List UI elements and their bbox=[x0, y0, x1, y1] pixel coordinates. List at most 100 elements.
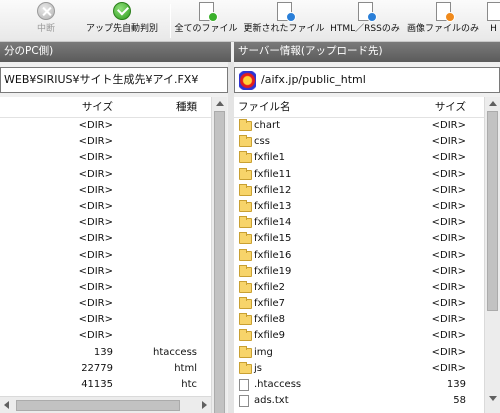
column-header-type[interactable]: 種類 bbox=[176, 97, 197, 118]
cell-size: <DIR> bbox=[431, 120, 466, 131]
table-row[interactable]: <DIR> bbox=[0, 264, 211, 280]
cell-filename: fxfile13 bbox=[254, 200, 292, 212]
table-row[interactable]: fxfile13 <DIR> bbox=[234, 199, 484, 215]
table-row[interactable]: fxfile2 <DIR> bbox=[234, 280, 484, 296]
cell-size: <DIR> bbox=[78, 136, 113, 148]
cell-filename: fxfile15 bbox=[254, 233, 292, 245]
table-row[interactable]: css <DIR> bbox=[234, 134, 484, 150]
auto-detect-destination-button[interactable]: アップ先自動判別 bbox=[80, 2, 164, 40]
scroll-left-arrow-icon[interactable] bbox=[4, 401, 9, 409]
local-path-field[interactable]: WEB¥SIRIUS¥サイト生成先¥アイ.FX¥ bbox=[0, 67, 228, 93]
table-row[interactable]: fxfile9 <DIR> bbox=[234, 328, 484, 344]
table-row[interactable]: img <DIR> bbox=[234, 345, 484, 361]
cell-filename: chart bbox=[254, 120, 280, 131]
server-column-header: ファイル名 サイズ bbox=[234, 97, 484, 118]
table-row[interactable]: 139 htaccess bbox=[0, 345, 211, 361]
server-vertical-scrollbar[interactable] bbox=[484, 97, 500, 413]
column-header-filename[interactable]: ファイル名 bbox=[238, 97, 291, 118]
cell-size: <DIR> bbox=[78, 330, 113, 342]
scroll-thumb[interactable] bbox=[16, 400, 180, 411]
scroll-right-arrow-icon[interactable] bbox=[202, 401, 207, 409]
cell-size: <DIR> bbox=[431, 200, 466, 212]
cell-size: <DIR> bbox=[78, 249, 113, 261]
cell-filename: fxfile7 bbox=[254, 298, 286, 310]
cell-size: <DIR> bbox=[431, 330, 466, 342]
local-vertical-scrollbar[interactable] bbox=[211, 97, 227, 413]
table-row[interactable]: fxfile14 <DIR> bbox=[234, 215, 484, 231]
table-row[interactable]: <DIR> bbox=[0, 296, 211, 312]
scroll-thumb[interactable] bbox=[487, 111, 498, 311]
cell-filename: fxfile11 bbox=[254, 168, 292, 180]
table-row[interactable]: <DIR> bbox=[0, 215, 211, 231]
cell-size: <DIR> bbox=[78, 281, 113, 293]
table-row[interactable]: <DIR> bbox=[0, 231, 211, 247]
table-row[interactable]: <DIR> bbox=[0, 312, 211, 328]
folder-icon bbox=[239, 264, 252, 277]
column-header-size[interactable]: サイズ bbox=[82, 97, 113, 118]
local-horizontal-scrollbar[interactable] bbox=[0, 396, 211, 413]
stop-button[interactable]: 中断 bbox=[28, 2, 64, 40]
table-row[interactable]: 22779 html bbox=[0, 361, 211, 377]
table-row[interactable]: <DIR> bbox=[0, 199, 211, 215]
scroll-thumb[interactable] bbox=[214, 111, 225, 413]
cell-filename: fxfile8 bbox=[254, 314, 286, 326]
image-files-label: 画像ファイルのみ bbox=[406, 24, 479, 34]
cell-size: <DIR> bbox=[78, 184, 113, 196]
table-row[interactable]: .htaccess 139 bbox=[234, 377, 484, 393]
local-file-list: サイズ 種類 <DIR> <DIR> <DIR> <DIR> <DIR> <DIR> <DI… bbox=[0, 97, 211, 413]
table-row[interactable]: <DIR> bbox=[0, 183, 211, 199]
cell-size: <DIR> bbox=[431, 362, 466, 374]
server-path-text: /aifx.jp/public_html bbox=[261, 73, 366, 86]
image-files-only-button[interactable]: 画像ファイルのみ bbox=[406, 2, 480, 40]
table-row[interactable]: fxfile11 <DIR> bbox=[234, 167, 484, 183]
scroll-down-arrow-icon[interactable] bbox=[489, 396, 497, 401]
cell-size: 58 bbox=[453, 395, 466, 407]
cell-size: <DIR> bbox=[431, 265, 466, 277]
folder-icon bbox=[239, 199, 252, 212]
cell-type: htaccess bbox=[153, 346, 197, 358]
auto-detect-label: アップ先自動判別 bbox=[85, 24, 158, 34]
table-row[interactable]: <DIR> bbox=[0, 280, 211, 296]
server-path-field[interactable]: /aifx.jp/public_html bbox=[234, 67, 500, 93]
scroll-up-arrow-icon[interactable] bbox=[216, 101, 224, 106]
table-row[interactable]: 41135 htc bbox=[0, 377, 211, 393]
cell-size: <DIR> bbox=[78, 217, 113, 229]
table-row[interactable]: chart <DIR> bbox=[234, 118, 484, 134]
stop-icon bbox=[37, 2, 55, 20]
cell-filename: fxfile9 bbox=[254, 330, 286, 342]
table-row[interactable]: fxfile12 <DIR> bbox=[234, 183, 484, 199]
updated-files-button[interactable]: 更新されたファイル bbox=[242, 2, 326, 40]
folder-icon bbox=[239, 345, 252, 358]
table-row[interactable]: <DIR> bbox=[0, 248, 211, 264]
table-row[interactable]: <DIR> bbox=[0, 167, 211, 183]
truncated-toolbar-button[interactable]: H bbox=[487, 2, 500, 40]
folder-icon bbox=[239, 329, 252, 342]
table-row[interactable]: <DIR> bbox=[0, 328, 211, 344]
table-row[interactable]: fxfile15 <DIR> bbox=[234, 231, 484, 247]
cell-size: <DIR> bbox=[78, 298, 113, 310]
all-files-button[interactable]: 全てのファイル bbox=[174, 2, 238, 40]
cell-filename: img bbox=[254, 346, 273, 358]
table-row[interactable]: js <DIR> bbox=[234, 361, 484, 377]
table-row[interactable]: <DIR> bbox=[0, 134, 211, 150]
cell-size: <DIR> bbox=[78, 168, 113, 180]
cell-filename: ads.txt bbox=[254, 395, 289, 407]
html-rss-label: HTML／RSSのみ bbox=[330, 24, 400, 34]
column-header-size[interactable]: サイズ bbox=[435, 97, 466, 118]
html-rss-only-button[interactable]: HTML／RSSのみ bbox=[328, 2, 402, 40]
table-row[interactable]: fxfile16 <DIR> bbox=[234, 248, 484, 264]
folder-icon bbox=[239, 135, 252, 148]
table-row[interactable]: fxfile7 <DIR> bbox=[234, 296, 484, 312]
cell-size: 139 bbox=[446, 379, 466, 390]
file-icon bbox=[239, 379, 249, 391]
cell-size: <DIR> bbox=[78, 152, 113, 164]
table-row[interactable]: <DIR> bbox=[0, 150, 211, 166]
table-row[interactable]: fxfile1 <DIR> bbox=[234, 150, 484, 166]
server-panel-title: サーバー情報(アップロード先) bbox=[234, 42, 500, 62]
scroll-up-arrow-icon[interactable] bbox=[489, 101, 497, 106]
table-row[interactable]: <DIR> bbox=[0, 118, 211, 134]
table-row[interactable]: fxfile8 <DIR> bbox=[234, 312, 484, 328]
table-row[interactable]: fxfile19 <DIR> bbox=[234, 264, 484, 280]
server-icon[interactable] bbox=[239, 71, 256, 90]
table-row[interactable]: ads.txt 58 bbox=[234, 393, 484, 409]
